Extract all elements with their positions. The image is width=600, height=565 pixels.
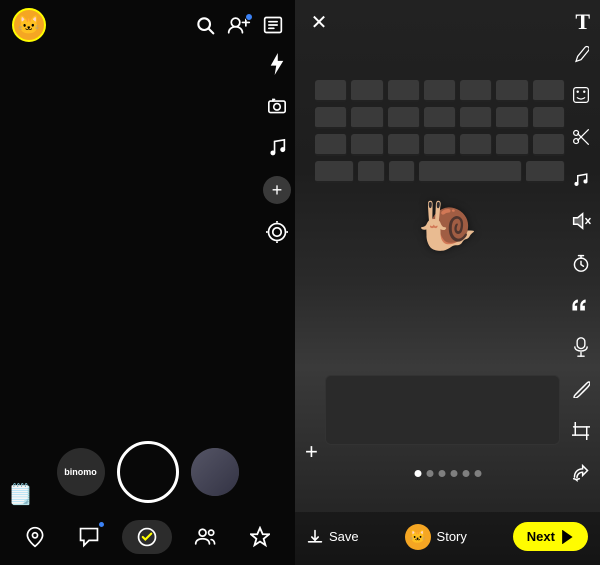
nav-spotlight[interactable] <box>240 519 280 555</box>
memories-sticker-button[interactable]: 🗒️ <box>8 482 33 507</box>
story-label: Story <box>437 529 467 544</box>
key <box>496 107 528 129</box>
text-tool-button[interactable]: T <box>575 9 590 35</box>
sticker-tool-button[interactable] <box>568 82 594 108</box>
notification-dot <box>245 13 253 21</box>
top-bar: 🐱 <box>0 0 295 50</box>
shutter-area: 🗒️ binomo <box>0 431 295 511</box>
dot-2 <box>426 470 433 477</box>
story-button[interactable]: 🐱 Story <box>405 524 467 550</box>
editor-top-bar: ✕ T <box>295 0 600 44</box>
dot-5 <box>462 470 469 477</box>
mute-tool-button[interactable] <box>568 208 594 234</box>
filter-binomo[interactable]: binomo <box>57 448 105 496</box>
dot-3 <box>438 470 445 477</box>
crop-tool-button[interactable] <box>568 418 594 444</box>
avatar-emoji: 🐱 <box>18 15 40 36</box>
story-action-bar: Save 🐱 Story Next <box>295 512 600 565</box>
quote-tool-button[interactable] <box>568 292 594 318</box>
key <box>533 80 565 102</box>
link-tool-button[interactable] <box>568 376 594 402</box>
top-right-icons <box>195 15 283 35</box>
add-effect-button[interactable]: + <box>263 176 291 204</box>
dot-1 <box>414 470 421 477</box>
key <box>389 161 415 183</box>
flash-button[interactable] <box>263 50 291 78</box>
flip-camera-button[interactable] <box>263 92 291 120</box>
bottom-controls: 🗒️ binomo <box>0 431 295 565</box>
key <box>315 80 347 102</box>
next-label: Next <box>527 529 555 544</box>
add-to-story-button[interactable]: + <box>305 439 318 465</box>
keyboard-image <box>315 80 565 183</box>
story-editor: ✕ T <box>295 0 600 565</box>
shutter-button[interactable] <box>117 441 179 503</box>
redo-tool-button[interactable] <box>568 460 594 486</box>
key <box>496 80 528 102</box>
camera-tools: + <box>263 50 291 246</box>
mic-tool-button[interactable] <box>568 334 594 360</box>
bottom-navigation <box>0 511 295 565</box>
key <box>526 161 565 183</box>
key <box>351 107 383 129</box>
key <box>315 161 354 183</box>
dot-6 <box>474 470 481 477</box>
story-progress-dots <box>414 470 481 477</box>
music-tool-button[interactable] <box>568 166 594 192</box>
story-avatar: 🐱 <box>405 524 431 550</box>
next-button[interactable]: Next <box>513 522 588 551</box>
editor-tools <box>568 40 594 486</box>
key <box>351 134 383 156</box>
nav-friends[interactable] <box>186 519 226 555</box>
key <box>315 134 347 156</box>
story-background <box>295 0 600 565</box>
filter-label: binomo <box>64 467 97 477</box>
draw-tool-button[interactable] <box>568 40 594 66</box>
key <box>496 134 528 156</box>
key <box>533 134 565 156</box>
search-button[interactable] <box>195 15 215 35</box>
save-button[interactable]: Save <box>307 529 359 545</box>
key <box>315 107 347 129</box>
scissors-tool-button[interactable] <box>568 124 594 150</box>
key <box>388 107 420 129</box>
camera-screen: 🐱 <box>0 0 295 565</box>
nav-chat[interactable] <box>69 519 109 555</box>
key <box>351 80 383 102</box>
timer-tool-button[interactable] <box>568 250 594 276</box>
memories-button[interactable] <box>263 15 283 35</box>
key <box>358 161 384 183</box>
key <box>533 107 565 129</box>
key <box>460 134 492 156</box>
save-label: Save <box>329 529 359 544</box>
key-space <box>419 161 522 183</box>
filter-thumb-2[interactable] <box>191 448 239 496</box>
close-button[interactable]: ✕ <box>305 8 333 36</box>
key <box>460 107 492 129</box>
key <box>424 80 456 102</box>
dot-4 <box>450 470 457 477</box>
avatar[interactable]: 🐱 <box>12 8 46 42</box>
key <box>424 107 456 129</box>
key <box>388 134 420 156</box>
lens-button[interactable] <box>263 218 291 246</box>
key <box>424 134 456 156</box>
nav-map[interactable] <box>15 519 55 555</box>
key <box>460 80 492 102</box>
trackpad <box>325 375 560 445</box>
snail-sticker: 🐌 <box>418 198 478 255</box>
nav-activity[interactable] <box>122 520 172 554</box>
key <box>388 80 420 102</box>
add-friend-button[interactable] <box>227 15 251 35</box>
chat-notification-dot <box>98 521 105 528</box>
music-button[interactable] <box>263 134 291 162</box>
